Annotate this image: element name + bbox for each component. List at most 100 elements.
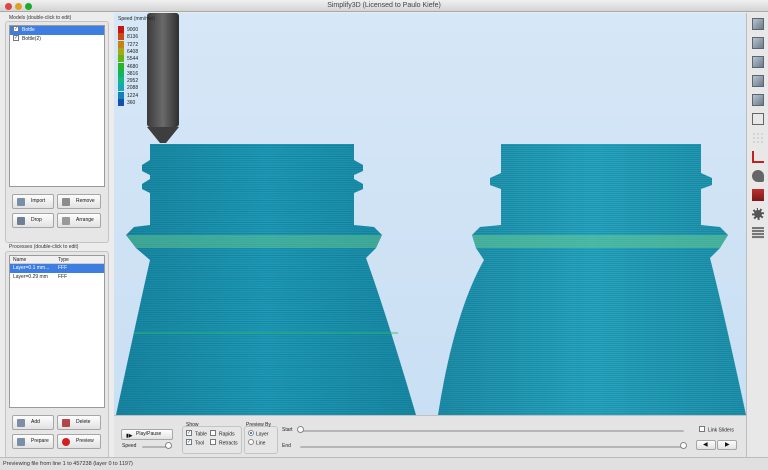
checkbox-icon [699, 426, 705, 432]
gear-icon[interactable] [752, 208, 764, 220]
process-row[interactable]: Layer=0.29 mm FFF [10, 273, 104, 282]
start-label: Start [282, 427, 293, 433]
checkbox-icon [210, 430, 216, 436]
legend-value: 6408 [127, 48, 139, 55]
step-forward-icon: ▶ [725, 442, 730, 448]
processes-list[interactable]: Name Type Layer=0.1 mm... FFF Layer=0.29… [9, 255, 105, 408]
prepare-icon [17, 438, 25, 446]
column-header-type: Type [58, 257, 69, 263]
legend-swatch [118, 91, 124, 99]
axes-icon[interactable] [752, 151, 764, 163]
legend-swatch [118, 69, 124, 77]
remove-button[interactable]: Remove [57, 194, 101, 209]
legend-value: 5544 [127, 56, 139, 63]
play-pause-button[interactable]: ▮▶ Play/Pause [121, 429, 173, 440]
checkbox-icon[interactable]: ✓ [13, 25, 19, 32]
process-row[interactable]: Layer=0.1 mm... FFF [10, 264, 104, 273]
legend-swatch [118, 99, 124, 106]
delete-process-button[interactable]: Delete [57, 415, 101, 430]
add-icon [17, 419, 25, 427]
legend-swatch [118, 47, 124, 55]
legend-swatch [118, 33, 124, 41]
list-item-model[interactable]: ✓ Bottle [10, 25, 104, 35]
legend-value: 8136 [127, 34, 139, 41]
show-table-option[interactable]: ✓ Table [186, 430, 207, 437]
view-cube-icon[interactable] [752, 75, 764, 87]
preview-by-line-radio[interactable]: Line [248, 439, 265, 446]
drop-button[interactable]: Drop [12, 213, 54, 228]
checkbox-icon: ✓ [186, 430, 192, 436]
show-rapids-option[interactable]: Rapids [210, 430, 235, 437]
checkbox-icon[interactable]: ✓ [13, 34, 19, 41]
radio-icon [248, 439, 254, 445]
preview-icon [62, 438, 70, 446]
title-bar: Simplify3D (Licensed to Paulo Kiefe) [0, 0, 768, 12]
view-toolbar [746, 13, 768, 457]
legend-value: 4680 [127, 63, 139, 70]
legend-value: 2952 [127, 78, 139, 85]
wireframe-cube-icon[interactable] [752, 113, 764, 125]
show-retracts-option[interactable]: Retracts [210, 439, 238, 446]
3d-viewport[interactable]: Speed (mm/min) 9000 8136 7272 6408 5544 4680 3… [114, 13, 746, 415]
layers-icon[interactable] [752, 227, 764, 239]
legend-value: 1224 [127, 92, 139, 99]
solid-view-icon[interactable] [752, 132, 764, 144]
column-header-name: Name [13, 257, 27, 263]
add-process-button[interactable]: Add [12, 415, 54, 430]
legend-swatch [118, 84, 124, 92]
remove-icon [62, 198, 70, 206]
prepare-button[interactable]: Prepare [12, 434, 54, 449]
arrange-button[interactable]: Arrange [57, 213, 101, 228]
drop-icon [17, 217, 25, 225]
view-cube-icon[interactable] [752, 37, 764, 49]
play-pause-icon: ▮▶ [126, 433, 133, 439]
end-label: End [282, 443, 291, 449]
show-tool-option[interactable]: ✓ Tool [186, 439, 204, 446]
speed-label: Speed [122, 443, 137, 449]
radio-icon [248, 430, 254, 436]
left-panel: Models (double-click to edit) ✓ Bottle ✓ B… [0, 13, 113, 459]
step-forward-button[interactable]: ▶ [717, 440, 737, 450]
bottle-model-left[interactable] [116, 144, 416, 415]
legend-value: 2088 [127, 85, 139, 92]
process-list-header: Name Type [10, 256, 104, 264]
legend-swatch [118, 26, 124, 33]
list-item-model[interactable]: ✓ Bottle(2) [10, 34, 104, 44]
arrange-icon [62, 217, 70, 225]
toolpath-preview [116, 13, 746, 415]
view-cube-icon[interactable] [752, 56, 764, 68]
step-back-button[interactable]: ◀ [696, 440, 716, 450]
models-group: ✓ Bottle ✓ Bottle(2) Import Remove Drop Ar… [5, 21, 109, 243]
preview-controls: ▮▶ Play/Pause Speed Show ✓ Table Rapids ✓… [114, 415, 746, 457]
bottle-model-right[interactable] [438, 144, 746, 415]
wrench-icon[interactable] [752, 170, 764, 182]
status-bar: Previewing file from line 1 to 457238 (l… [0, 457, 768, 470]
legend-swatch [118, 62, 124, 70]
legend-value: 360 [127, 100, 136, 106]
view-cube-icon[interactable] [752, 18, 764, 30]
link-sliders-option[interactable]: Link Sliders [699, 426, 734, 433]
import-icon [17, 198, 25, 206]
preview-button[interactable]: Preview [57, 434, 101, 449]
legend-value: 3816 [127, 70, 139, 77]
delete-icon [62, 419, 70, 427]
start-slider[interactable] [300, 430, 684, 432]
speed-slider-knob[interactable] [164, 442, 172, 449]
preview-by-layer-radio[interactable]: Layer [248, 430, 269, 437]
step-back-icon: ◀ [703, 442, 708, 448]
preview-by-label: Preview By [246, 422, 272, 428]
view-cube-icon[interactable] [752, 94, 764, 106]
legend-title: Speed (mm/min) [118, 16, 155, 22]
end-slider[interactable] [300, 446, 684, 448]
processes-label: Processes (double-click to edit) [9, 244, 79, 250]
legend-value: 7272 [127, 41, 139, 48]
start-slider-knob[interactable] [297, 426, 304, 433]
show-label: Show [186, 422, 199, 428]
legend-swatch [118, 55, 124, 63]
models-list[interactable]: ✓ Bottle ✓ Bottle(2) [9, 25, 105, 187]
support-icon[interactable] [752, 189, 764, 201]
window-title: Simplify3D (Licensed to Paulo Kiefe) [327, 2, 441, 9]
end-slider-knob[interactable] [680, 442, 687, 449]
speed-legend: Speed (mm/min) 9000 8136 7272 6408 5544 4680 3… [114, 13, 174, 109]
import-button[interactable]: Import [12, 194, 54, 209]
